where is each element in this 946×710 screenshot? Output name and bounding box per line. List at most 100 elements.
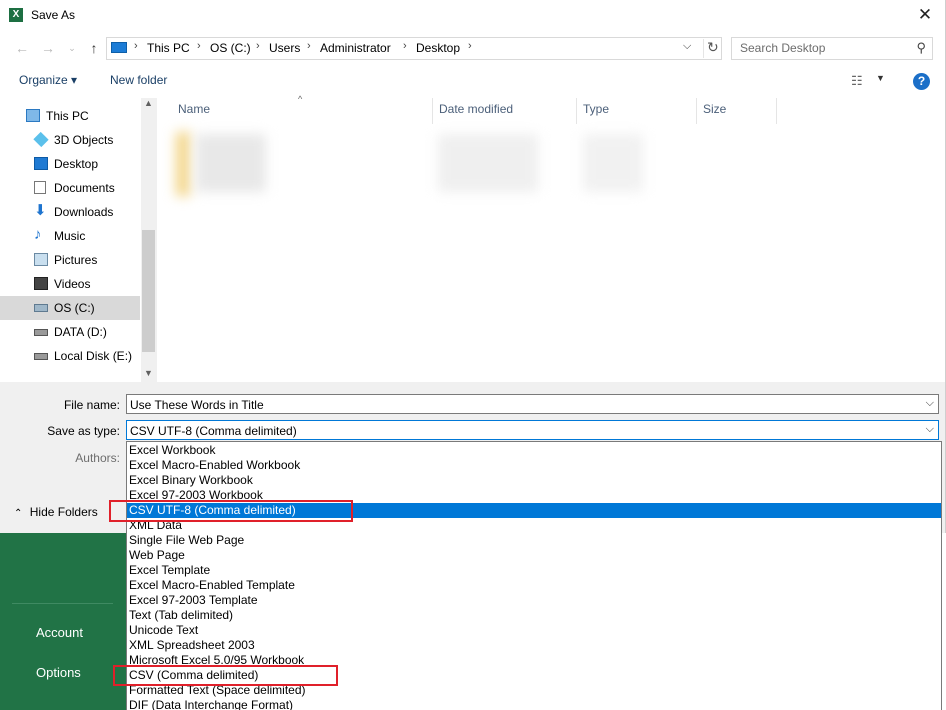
close-button[interactable]: ✕ xyxy=(905,0,945,31)
drive-icon xyxy=(34,353,48,360)
column-divider[interactable] xyxy=(776,98,777,124)
save-as-type-value[interactable]: CSV UTF-8 (Comma delimited) xyxy=(130,424,297,438)
excel-backstage-pane: Account Options xyxy=(0,533,128,710)
option-dif[interactable]: DIF (Data Interchange Format) xyxy=(127,698,941,710)
document-icon xyxy=(34,181,46,194)
drive-icon xyxy=(34,304,48,312)
command-toolbar: Organize ▾ New folder ☷ ▼ xyxy=(0,66,945,96)
nav-item-downloads[interactable]: ⬇ Downloads xyxy=(0,200,140,224)
option-excel-binary-workbook[interactable]: Excel Binary Workbook xyxy=(127,473,941,488)
column-header-name[interactable]: Name xyxy=(178,102,210,124)
nav-item-label: 3D Objects xyxy=(54,133,114,147)
breadcrumb-users[interactable]: Users xyxy=(269,41,300,55)
scroll-down-icon[interactable]: ▼ xyxy=(144,368,153,378)
file-name-label: File name: xyxy=(63,398,120,412)
file-name-field[interactable]: Use These Words in Title ⌵ xyxy=(126,394,939,414)
nav-item-pictures[interactable]: Pictures xyxy=(0,248,140,272)
file-name-value[interactable]: Use These Words in Title xyxy=(130,398,264,412)
backstage-separator xyxy=(12,603,113,604)
backstage-options[interactable]: Options xyxy=(36,665,81,680)
column-header-date-modified[interactable]: Date modified xyxy=(439,102,513,124)
blurred-file-names xyxy=(196,134,266,192)
nav-item-os-c[interactable]: OS (C:) xyxy=(0,296,140,320)
desktop-icon xyxy=(34,157,48,170)
search-input[interactable] xyxy=(732,38,910,57)
nav-item-label: Documents xyxy=(54,181,115,195)
authors-label: Authors: xyxy=(75,451,120,465)
blurred-types xyxy=(583,134,643,192)
nav-item-documents[interactable]: Documents xyxy=(0,176,140,200)
column-divider[interactable] xyxy=(696,98,697,124)
cube-icon xyxy=(33,131,49,148)
scroll-up-icon[interactable]: ▲ xyxy=(144,98,153,108)
up-arrow-icon[interactable]: ↑ xyxy=(84,38,104,58)
breadcrumb-separator-icon: › xyxy=(403,40,407,52)
help-icon[interactable]: ? xyxy=(913,73,930,90)
hide-folders-label: Hide Folders xyxy=(29,505,98,519)
nav-item-label: Pictures xyxy=(54,253,98,267)
nav-item-music[interactable]: ♪ Music xyxy=(0,224,140,248)
recent-locations-chevron-icon[interactable]: ⌄ xyxy=(62,38,82,58)
option-excel-workbook[interactable]: Excel Workbook xyxy=(127,443,941,458)
backstage-account[interactable]: Account xyxy=(36,625,83,640)
computer-icon xyxy=(111,42,127,53)
option-excel-template[interactable]: Excel Template xyxy=(127,563,941,578)
nav-item-label: DATA (D:) xyxy=(54,325,107,339)
highlight-box-csv-comma xyxy=(113,665,338,686)
drive-icon xyxy=(34,329,48,336)
option-excel-macro-enabled-workbook[interactable]: Excel Macro-Enabled Workbook xyxy=(127,458,941,473)
breadcrumb-separator-icon: › xyxy=(468,40,472,52)
nav-item-videos[interactable]: Videos xyxy=(0,272,140,296)
nav-pane-scrollbar[interactable]: ▲ ▼ xyxy=(141,98,157,382)
nav-item-label: This PC xyxy=(46,109,89,123)
option-excel-macro-enabled-template[interactable]: Excel Macro-Enabled Template xyxy=(127,578,941,593)
option-web-page[interactable]: Web Page xyxy=(127,548,941,563)
highlight-box-csv-utf8 xyxy=(109,500,353,522)
option-xml-spreadsheet-2003[interactable]: XML Spreadsheet 2003 xyxy=(127,638,941,653)
chevron-up-icon: ⌃ xyxy=(14,508,23,519)
save-as-type-select[interactable]: CSV UTF-8 (Comma delimited) ⌵ xyxy=(126,420,939,440)
nav-item-local-disk-e[interactable]: Local Disk (E:) xyxy=(0,344,140,368)
save-as-type-label: Save as type: xyxy=(47,424,120,438)
chevron-down-icon[interactable]: ⌵ xyxy=(926,423,934,436)
breadcrumb-this-pc[interactable]: This PC xyxy=(147,41,190,55)
column-divider[interactable] xyxy=(432,98,433,124)
hide-folders-button[interactable]: ⌃ Hide Folders xyxy=(14,505,98,519)
organize-button[interactable]: Organize ▾ xyxy=(19,73,77,87)
nav-item-this-pc[interactable]: This PC xyxy=(0,104,140,128)
back-arrow-icon[interactable]: ← xyxy=(12,38,32,58)
search-icon: ⚲ xyxy=(916,40,926,55)
breadcrumb-separator-icon: › xyxy=(256,40,260,52)
pictures-icon xyxy=(34,253,48,266)
address-dropdown-chevron-icon[interactable]: ⌵ xyxy=(683,40,691,53)
option-excel-97-2003-template[interactable]: Excel 97-2003 Template xyxy=(127,593,941,608)
file-list: ^ Name Date modified Type Size xyxy=(158,94,945,382)
address-bar[interactable]: › This PC › OS (C:) › Users › Administra… xyxy=(106,37,722,60)
refresh-icon[interactable]: ↻ xyxy=(703,39,719,58)
chevron-down-icon[interactable]: ⌵ xyxy=(926,397,934,410)
column-divider[interactable] xyxy=(576,98,577,124)
new-folder-button[interactable]: New folder xyxy=(110,73,167,87)
scrollbar-thumb[interactable] xyxy=(142,230,155,352)
option-unicode-text[interactable]: Unicode Text xyxy=(127,623,941,638)
blurred-folder-icons xyxy=(176,132,190,196)
view-options-icon[interactable]: ☷ xyxy=(851,73,863,89)
option-text-tab-delimited[interactable]: Text (Tab delimited) xyxy=(127,608,941,623)
nav-item-label: Desktop xyxy=(54,157,99,171)
nav-item-3d-objects[interactable]: 3D Objects xyxy=(0,128,140,152)
column-header-size[interactable]: Size xyxy=(703,102,726,124)
column-header-type[interactable]: Type xyxy=(583,102,609,124)
breadcrumb-administrator[interactable]: Administrator xyxy=(320,41,391,55)
forward-arrow-icon[interactable]: → xyxy=(38,38,58,58)
nav-item-desktop[interactable]: Desktop xyxy=(0,152,140,176)
nav-item-data-d[interactable]: DATA (D:) xyxy=(0,320,140,344)
search-box[interactable]: ⚲ xyxy=(731,37,933,60)
nav-item-label: Downloads xyxy=(54,205,114,219)
window-title: Save As xyxy=(31,8,76,22)
view-dropdown-chevron-icon[interactable]: ▼ xyxy=(876,73,885,83)
breadcrumb-desktop[interactable]: Desktop xyxy=(416,41,460,55)
excel-icon: X xyxy=(9,8,23,22)
breadcrumb-os-c[interactable]: OS (C:) xyxy=(210,41,251,55)
option-single-file-web-page[interactable]: Single File Web Page xyxy=(127,533,941,548)
breadcrumb-separator-icon: › xyxy=(197,40,201,52)
